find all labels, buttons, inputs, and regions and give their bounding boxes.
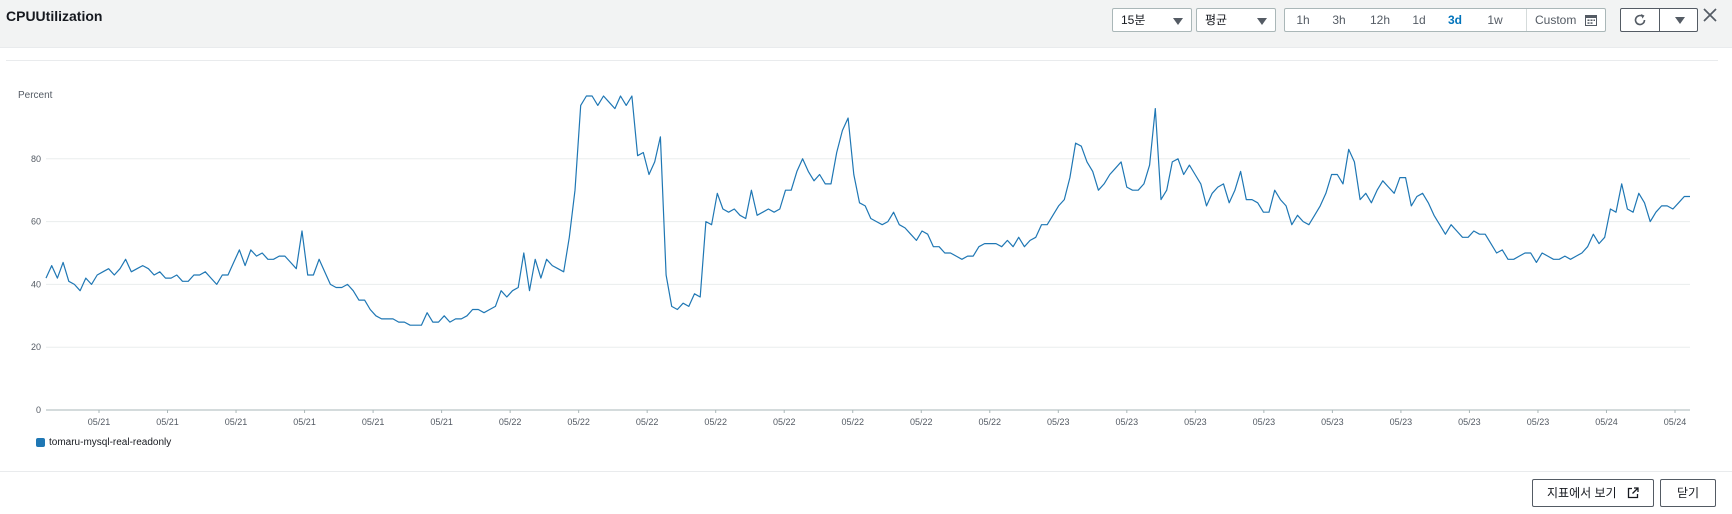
close-button[interactable]: 닫기 bbox=[1660, 479, 1716, 507]
statistic-select-value: 평균 bbox=[1205, 13, 1228, 27]
view-in-metrics-label: 지표에서 보기 bbox=[1547, 486, 1617, 500]
x-tick-label: 05/23 bbox=[1458, 417, 1481, 427]
x-tick-label: 05/21 bbox=[362, 417, 385, 427]
x-tick-label: 05/23 bbox=[1527, 417, 1550, 427]
x-tick-label: 05/22 bbox=[704, 417, 727, 427]
modal-header: CPUUtilization 15분 평균 1h 3h 12h 1d 3d 1w… bbox=[0, 0, 1732, 48]
x-tick-label: 05/22 bbox=[910, 417, 933, 427]
period-select[interactable]: 15분 bbox=[1112, 8, 1192, 32]
x-tick-label: 05/21 bbox=[156, 417, 179, 427]
x-tick-label: 05/23 bbox=[1047, 417, 1070, 427]
x-tick-label: 05/22 bbox=[567, 417, 590, 427]
legend-swatch bbox=[36, 438, 45, 447]
y-axis-label: Percent bbox=[18, 90, 53, 101]
range-3d-button[interactable]: 3d bbox=[1441, 9, 1469, 31]
refresh-options-button[interactable] bbox=[1661, 9, 1697, 31]
statistic-chevron-down-icon bbox=[1257, 18, 1267, 25]
series-line-0 bbox=[45, 95, 1690, 326]
close-icon[interactable] bbox=[1702, 6, 1718, 24]
period-select-value: 15분 bbox=[1121, 13, 1146, 27]
x-tick-label: 05/21 bbox=[430, 417, 453, 427]
footer-divider bbox=[0, 471, 1732, 472]
x-tick-label: 05/23 bbox=[1116, 417, 1139, 427]
range-custom-button[interactable]: Custom bbox=[1526, 9, 1605, 31]
refresh-button[interactable] bbox=[1621, 9, 1660, 31]
range-custom-label: Custom bbox=[1535, 13, 1577, 27]
y-tick-label: 80 bbox=[31, 154, 41, 164]
x-tick-label: 05/23 bbox=[1253, 417, 1276, 427]
time-range-selector: 1h 3h 12h 1d 3d 1w Custom bbox=[1284, 8, 1606, 32]
range-1w-button[interactable]: 1w bbox=[1481, 9, 1509, 31]
range-3h-button[interactable]: 3h bbox=[1325, 9, 1353, 31]
x-tick-label: 05/22 bbox=[773, 417, 796, 427]
y-tick-label: 0 bbox=[36, 405, 41, 415]
graph-title: CPUUtilization bbox=[6, 8, 103, 24]
external-link-icon bbox=[1627, 487, 1639, 499]
range-1d-button[interactable]: 1d bbox=[1405, 9, 1433, 31]
range-1h-button[interactable]: 1h bbox=[1289, 9, 1317, 31]
statistic-select[interactable]: 평균 bbox=[1196, 8, 1276, 32]
x-tick-label: 05/24 bbox=[1595, 417, 1618, 427]
period-chevron-down-icon bbox=[1173, 18, 1183, 25]
x-tick-label: 05/22 bbox=[979, 417, 1002, 427]
chevron-down-icon bbox=[1675, 17, 1685, 24]
header-divider bbox=[6, 60, 1718, 61]
refresh-icon bbox=[1634, 14, 1646, 26]
range-12h-button[interactable]: 12h bbox=[1363, 9, 1397, 31]
y-tick-label: 60 bbox=[31, 217, 41, 227]
x-tick-label: 05/22 bbox=[499, 417, 522, 427]
x-tick-label: 05/23 bbox=[1184, 417, 1207, 427]
x-tick-label: 05/22 bbox=[841, 417, 864, 427]
x-tick-label: 05/21 bbox=[88, 417, 111, 427]
calendar-icon bbox=[1585, 15, 1597, 26]
x-tick-label: 05/23 bbox=[1321, 417, 1344, 427]
x-tick-label: 05/21 bbox=[293, 417, 316, 427]
x-tick-label: 05/24 bbox=[1664, 417, 1687, 427]
view-in-metrics-button[interactable]: 지표에서 보기 bbox=[1532, 479, 1654, 507]
chart-area: Percent 0 20 40 60 80 05/21 05/21 05/21 05/21 05/2… bbox=[0, 90, 1732, 460]
x-tick-label: 05/21 bbox=[225, 417, 248, 427]
legend-series-name[interactable]: tomaru-mysql-real-readonly bbox=[49, 437, 171, 449]
refresh-control bbox=[1620, 8, 1698, 32]
x-tick-label: 05/22 bbox=[636, 417, 659, 427]
cpu-utilization-chart: Percent 0 20 40 60 80 05/21 05/21 05/21 05/21 05/2… bbox=[18, 90, 1690, 427]
x-tick-label: 05/23 bbox=[1390, 417, 1413, 427]
y-tick-label: 40 bbox=[31, 279, 41, 289]
y-tick-label: 20 bbox=[31, 342, 41, 352]
